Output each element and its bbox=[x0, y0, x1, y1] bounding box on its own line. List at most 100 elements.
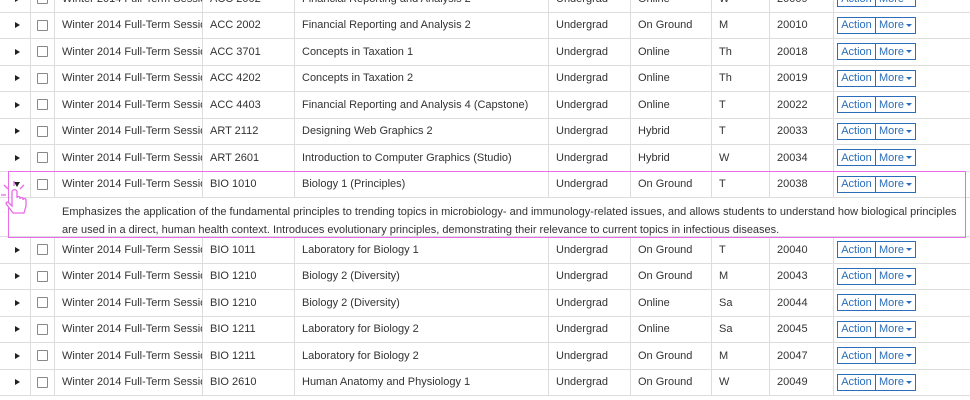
more-button[interactable]: More bbox=[875, 122, 916, 140]
action-button[interactable]: Action bbox=[837, 69, 876, 87]
row-checkbox[interactable] bbox=[37, 46, 48, 58]
table-row[interactable]: Winter 2014 Full-Term Session ACC 3701 C… bbox=[0, 39, 970, 66]
table-row[interactable]: Winter 2014 Full-Term Session BIO 1011 L… bbox=[0, 237, 970, 264]
row-checkbox[interactable] bbox=[37, 376, 48, 388]
row-checkbox[interactable] bbox=[37, 270, 48, 282]
table-row[interactable]: Winter 2014 Full-Term Session BIO 1211 L… bbox=[0, 316, 970, 343]
course-code-cell: ACC 4403 bbox=[202, 92, 294, 118]
more-button[interactable]: More bbox=[875, 320, 916, 338]
row-checkbox[interactable] bbox=[37, 19, 48, 31]
term-cell: Winter 2014 Full-Term Session bbox=[54, 12, 202, 38]
action-button[interactable]: Action bbox=[837, 373, 876, 391]
day-cell: W bbox=[711, 145, 769, 171]
action-button[interactable]: Action bbox=[837, 16, 876, 34]
action-button[interactable]: Action bbox=[837, 96, 876, 114]
row-checkbox[interactable] bbox=[37, 99, 48, 111]
expand-arrow-icon[interactable] bbox=[15, 379, 20, 386]
actions-cell: Action More bbox=[833, 316, 970, 342]
delivery-mode-cell: On Ground bbox=[630, 171, 711, 197]
action-button[interactable]: Action bbox=[837, 347, 876, 365]
row-checkbox[interactable] bbox=[37, 297, 48, 309]
more-button[interactable]: More bbox=[875, 267, 916, 285]
expand-arrow-icon[interactable] bbox=[15, 299, 20, 306]
delivery-mode-cell: On Ground bbox=[630, 343, 711, 369]
delivery-mode-cell: Online bbox=[630, 65, 711, 91]
table-row[interactable]: Winter 2014 Full-Term Session BIO 2610 H… bbox=[0, 369, 970, 396]
row-checkbox[interactable] bbox=[37, 178, 48, 190]
row-checkbox[interactable] bbox=[37, 152, 48, 164]
row-checkbox[interactable] bbox=[37, 125, 48, 137]
more-button[interactable]: More bbox=[875, 241, 916, 259]
more-button[interactable]: More bbox=[875, 347, 916, 365]
more-label: More bbox=[878, 349, 905, 362]
level-cell: Undergrad bbox=[548, 171, 630, 197]
expand-arrow-icon[interactable] bbox=[15, 128, 20, 135]
more-label: More bbox=[878, 151, 905, 164]
action-button[interactable]: Action bbox=[837, 267, 876, 285]
actions-cell: Action More bbox=[833, 39, 970, 65]
more-button[interactable]: More bbox=[875, 43, 916, 61]
expand-arrow-icon[interactable] bbox=[15, 22, 20, 29]
more-button[interactable]: More bbox=[875, 294, 916, 312]
more-label: More bbox=[878, 178, 905, 191]
caret-down-icon bbox=[906, 156, 913, 160]
crn-cell: 20038 bbox=[769, 171, 833, 197]
more-button[interactable]: More bbox=[875, 175, 916, 193]
action-button[interactable]: Action bbox=[837, 241, 876, 259]
action-button[interactable]: Action bbox=[837, 175, 876, 193]
caret-down-icon bbox=[906, 274, 913, 278]
table-row[interactable]: Winter 2014 Full-Term Session BIO 1210 B… bbox=[0, 290, 970, 317]
expand-arrow-icon[interactable] bbox=[15, 352, 20, 359]
delivery-mode-cell: Online bbox=[630, 0, 711, 12]
expand-arrow-icon[interactable] bbox=[15, 48, 20, 55]
more-button[interactable]: More bbox=[875, 373, 916, 391]
table-row[interactable]: Winter 2014 Full-Term Session BIO 1210 B… bbox=[0, 263, 970, 290]
row-checkbox[interactable] bbox=[37, 244, 48, 256]
table-row[interactable]: Winter 2014 Full-Term Session BIO 1211 L… bbox=[0, 343, 970, 370]
level-cell: Undergrad bbox=[548, 12, 630, 38]
action-button[interactable]: Action bbox=[837, 149, 876, 167]
day-cell: W bbox=[711, 369, 769, 395]
row-checkbox[interactable] bbox=[37, 350, 48, 362]
action-button[interactable]: Action bbox=[837, 294, 876, 312]
course-code-cell: BIO 1010 bbox=[202, 171, 294, 197]
table-row[interactable]: Winter 2014 Full-Term Session BIO 1010 B… bbox=[0, 171, 970, 198]
more-button[interactable]: More bbox=[875, 69, 916, 87]
table-row[interactable]: Winter 2014 Full-Term Session ACC 4403 F… bbox=[0, 92, 970, 119]
table-row[interactable]: Winter 2014 Full-Term Session ACC 2002 F… bbox=[0, 0, 970, 13]
expand-arrow-icon[interactable] bbox=[15, 326, 20, 333]
crn-cell: 20009 bbox=[769, 0, 833, 12]
level-cell: Undergrad bbox=[548, 39, 630, 65]
actions-cell: Action More bbox=[833, 263, 970, 289]
expand-arrow-icon[interactable] bbox=[15, 101, 20, 108]
action-button[interactable]: Action bbox=[837, 320, 876, 338]
more-button[interactable]: More bbox=[875, 149, 916, 167]
row-checkbox[interactable] bbox=[37, 323, 48, 335]
crn-cell: 20047 bbox=[769, 343, 833, 369]
row-checkbox[interactable] bbox=[37, 72, 48, 84]
more-button[interactable]: More bbox=[875, 16, 916, 34]
action-button[interactable]: Action bbox=[837, 43, 876, 61]
expand-arrow-icon[interactable] bbox=[15, 75, 20, 82]
action-button[interactable]: Action bbox=[837, 0, 876, 8]
delivery-mode-cell: On Ground bbox=[630, 12, 711, 38]
level-cell: Undergrad bbox=[548, 0, 630, 12]
expand-arrow-icon[interactable] bbox=[14, 181, 20, 187]
delivery-mode-cell: On Ground bbox=[630, 263, 711, 289]
expand-arrow-icon[interactable] bbox=[15, 246, 20, 253]
term-cell: Winter 2014 Full-Term Session bbox=[54, 118, 202, 144]
table-row[interactable]: Winter 2014 Full-Term Session ART 2601 I… bbox=[0, 145, 970, 172]
table-row[interactable]: Winter 2014 Full-Term Session ACC 2002 F… bbox=[0, 12, 970, 39]
expand-arrow-icon[interactable] bbox=[15, 273, 20, 280]
expand-arrow-icon[interactable] bbox=[15, 154, 20, 161]
more-button[interactable]: More bbox=[875, 96, 916, 114]
table-row[interactable]: Winter 2014 Full-Term Session ART 2112 D… bbox=[0, 118, 970, 145]
more-label: More bbox=[879, 0, 904, 5]
course-code-cell: BIO 1210 bbox=[202, 290, 294, 316]
action-button[interactable]: Action bbox=[837, 122, 876, 140]
more-button[interactable]: More bbox=[875, 0, 916, 8]
delivery-mode-cell: Online bbox=[630, 316, 711, 342]
row-checkbox[interactable] bbox=[37, 0, 48, 5]
table-row[interactable]: Winter 2014 Full-Term Session ACC 4202 C… bbox=[0, 65, 970, 92]
expand-arrow-icon[interactable] bbox=[15, 0, 20, 2]
